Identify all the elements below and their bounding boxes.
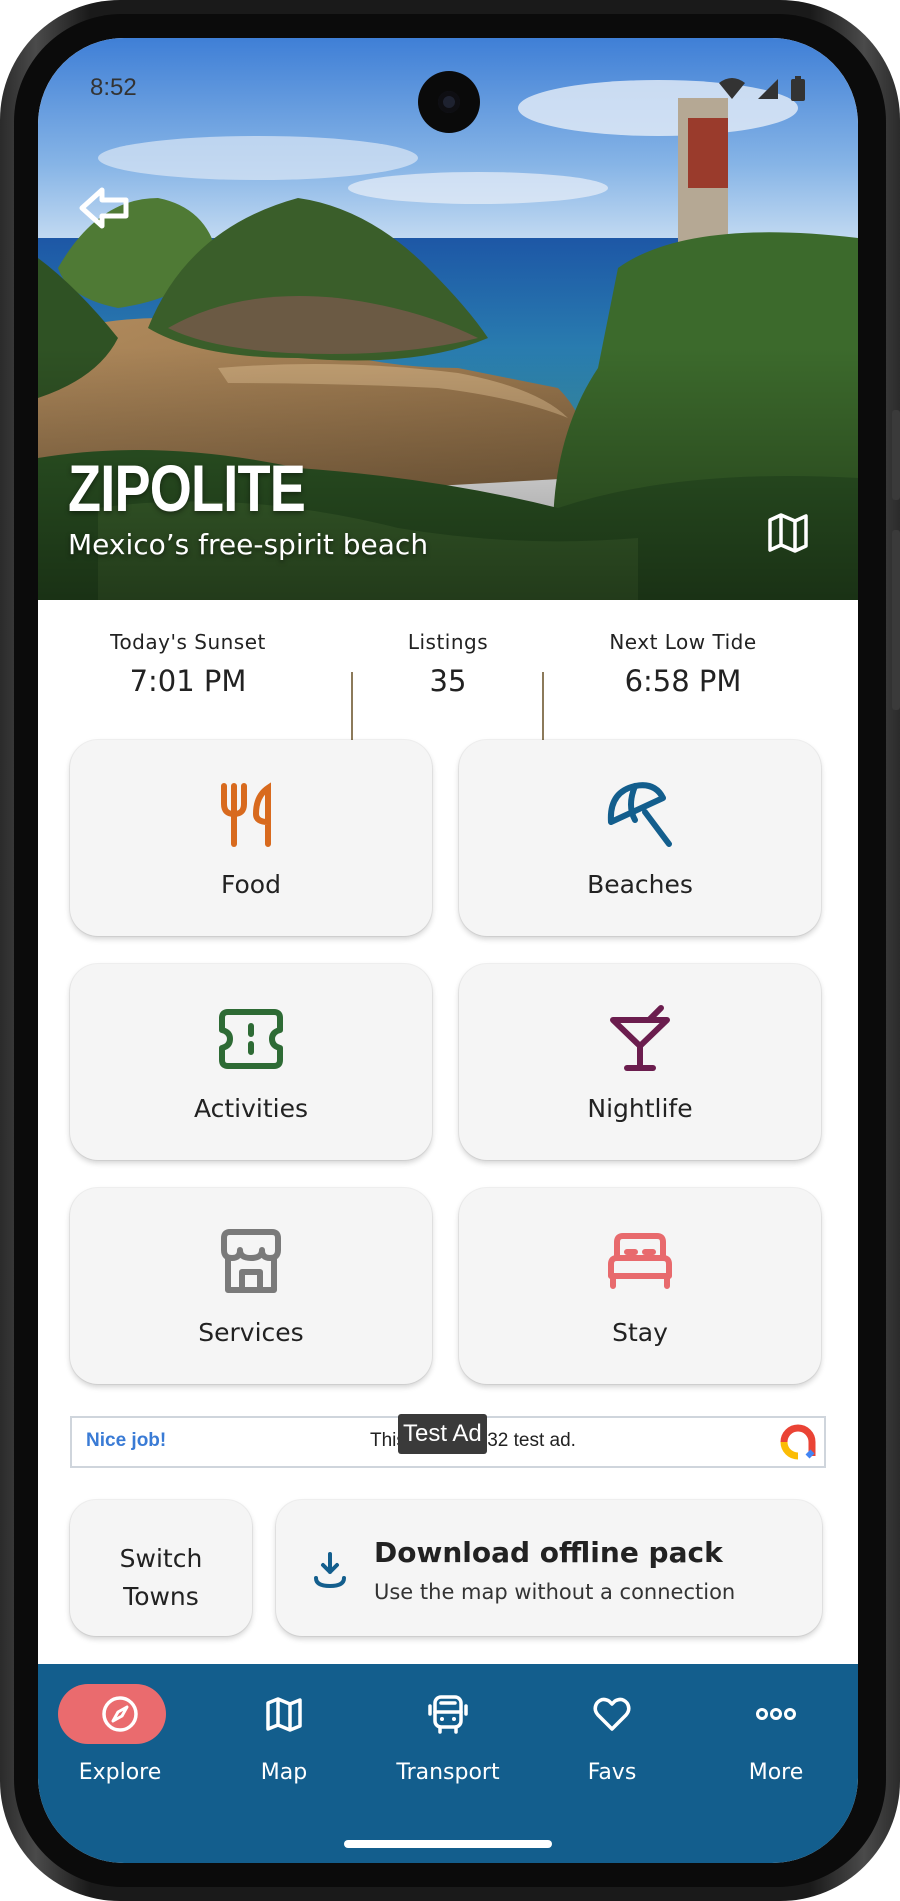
switch-towns-button[interactable]: Switch Towns xyxy=(70,1500,252,1636)
category-food[interactable]: Food xyxy=(70,740,432,936)
map-icon xyxy=(266,1697,302,1732)
category-stay[interactable]: Stay xyxy=(459,1188,821,1384)
nav-more[interactable]: More xyxy=(694,1684,858,1794)
nav-label: More xyxy=(748,1760,804,1785)
umbrella-icon xyxy=(607,782,672,847)
compass-icon xyxy=(102,1696,138,1732)
nav-map[interactable]: Map xyxy=(202,1684,366,1794)
bottom-nav: Explore Map Transport Favs More xyxy=(38,1664,858,1863)
category-services[interactable]: Services xyxy=(70,1188,432,1384)
app-screen: 8:52 ZIPOLITE Mexico’s free-spirit beach xyxy=(38,38,858,1863)
stat-label: Listings xyxy=(407,630,489,654)
signal-icon xyxy=(758,79,778,99)
wifi-icon xyxy=(719,78,745,99)
nav-explore[interactable]: Explore xyxy=(38,1684,202,1794)
front-camera xyxy=(418,71,480,133)
nav-label: Map xyxy=(260,1760,308,1785)
switch-towns-label: Switch Towns xyxy=(119,1544,203,1611)
category-label: Food xyxy=(221,870,281,899)
ad-nice-text: Nice job! xyxy=(86,1430,167,1451)
fork-knife-icon xyxy=(221,782,271,847)
category-label: Nightlife xyxy=(587,1094,693,1123)
page-title: ZIPOLITE xyxy=(68,451,306,525)
home-indicator[interactable] xyxy=(344,1840,552,1848)
download-title: Download offline pack xyxy=(374,1536,723,1569)
page-subtitle: Mexico’s free-spirit beach xyxy=(68,528,429,561)
status-time: 8:52 xyxy=(90,74,137,101)
volume-button xyxy=(892,410,900,500)
stat-listings: Listings 35 xyxy=(358,630,538,698)
stats-row: Today's Sunset 7:01 PM Listings 35 Next … xyxy=(38,600,858,750)
category-activities[interactable]: Activities xyxy=(70,964,432,1160)
phone-frame: 8:52 ZIPOLITE Mexico’s free-spirit beach xyxy=(0,0,900,1901)
back-arrow-icon[interactable] xyxy=(76,178,136,238)
nav-label: Favs xyxy=(587,1760,637,1785)
test-ad-banner[interactable]: Nice job! This is a 320x32 test ad. Test… xyxy=(70,1414,826,1468)
ad-logo-icon xyxy=(780,1424,816,1460)
stat-sunset: Today's Sunset 7:01 PM xyxy=(78,630,298,698)
ticket-icon xyxy=(219,1009,283,1069)
category-label: Services xyxy=(198,1318,304,1347)
stat-label: Today's Sunset xyxy=(110,630,266,654)
category-label: Stay xyxy=(612,1318,668,1347)
download-offline-button[interactable]: Download offline pack Use the map withou… xyxy=(276,1500,822,1636)
stat-value: 6:58 PM xyxy=(624,664,742,698)
category-nightlife[interactable]: Nightlife xyxy=(459,964,821,1160)
map-view-icon[interactable] xyxy=(764,508,812,556)
bed-icon xyxy=(608,1233,672,1289)
category-beaches[interactable]: Beaches xyxy=(459,740,821,936)
nav-label: Transport xyxy=(396,1760,500,1785)
status-icons xyxy=(718,76,806,102)
bus-icon xyxy=(428,1695,468,1734)
nav-label: Explore xyxy=(78,1760,162,1785)
hero-banner: 8:52 ZIPOLITE Mexico’s free-spirit beach xyxy=(38,38,858,600)
download-subtitle: Use the map without a connection xyxy=(374,1580,736,1604)
stat-low-tide: Next Low Tide 6:58 PM xyxy=(558,630,808,698)
more-dots-icon xyxy=(756,1708,796,1720)
category-label: Activities xyxy=(193,1094,309,1123)
storefront-icon xyxy=(221,1229,281,1293)
stat-label: Next Low Tide xyxy=(609,630,757,654)
nav-transport[interactable]: Transport xyxy=(366,1684,530,1794)
battery-icon xyxy=(791,76,805,101)
power-button xyxy=(892,530,900,710)
category-label: Beaches xyxy=(587,870,693,899)
cocktail-icon xyxy=(610,1005,670,1071)
stat-value: 35 xyxy=(429,664,467,698)
heart-icon xyxy=(593,1697,631,1731)
ad-label: Test Ad xyxy=(398,1414,487,1454)
stat-divider xyxy=(351,672,353,742)
download-icon xyxy=(314,1552,346,1588)
stat-divider xyxy=(542,672,544,742)
stat-value: 7:01 PM xyxy=(129,664,247,698)
nav-favs[interactable]: Favs xyxy=(530,1684,694,1794)
